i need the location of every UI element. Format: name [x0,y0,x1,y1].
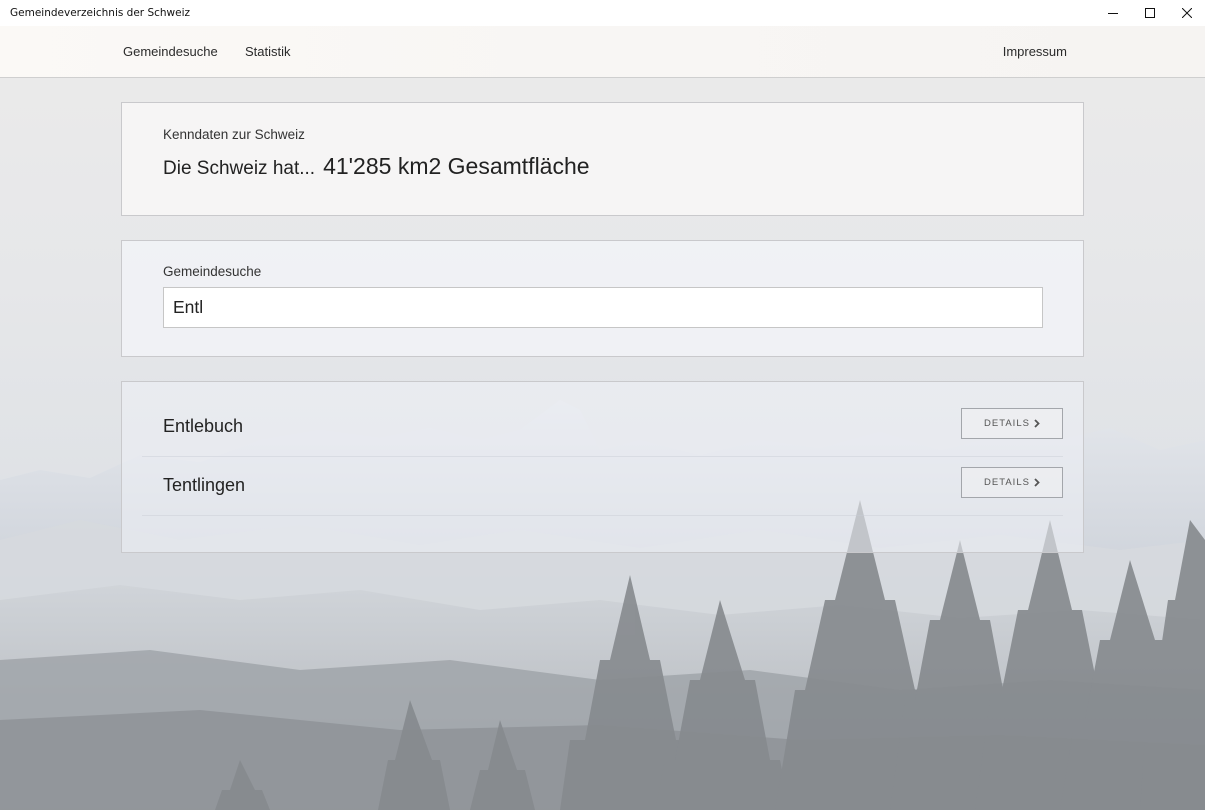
maximize-button[interactable] [1131,0,1168,26]
close-button[interactable] [1168,0,1205,26]
nav-impressum[interactable]: Impressum [1003,44,1067,59]
stats-caption: Kenndaten zur Schweiz [163,127,305,142]
nav-gemeindesuche[interactable]: Gemeindesuche [123,44,218,59]
maximize-icon [1144,8,1155,18]
chevron-right-icon [1034,478,1040,487]
result-row: Entlebuch DETAILS [142,398,1063,457]
details-button[interactable]: DETAILS [961,467,1063,498]
window-title: Gemeindeverzeichnis der Schweiz [10,7,191,19]
details-label: DETAILS [984,477,1030,488]
nav-statistik[interactable]: Statistik [245,44,291,59]
minimize-button[interactable] [1094,0,1131,26]
app-navbar: Gemeindesuche Statistik Impressum [0,26,1205,78]
result-name: Tentlingen [163,475,246,495]
close-icon [1181,8,1192,18]
stats-panel: Kenndaten zur Schweiz Die Schweiz hat...… [121,102,1084,216]
search-panel: Gemeindesuche [121,240,1084,357]
details-button[interactable]: DETAILS [961,408,1063,439]
stats-prefix: Die Schweiz hat... [163,158,316,179]
details-label: DETAILS [984,418,1030,429]
search-input[interactable] [163,287,1043,328]
chevron-right-icon [1034,419,1040,428]
result-name: Entlebuch [163,416,244,436]
search-label: Gemeindesuche [163,264,262,279]
window-titlebar: Gemeindeverzeichnis der Schweiz [0,0,1205,26]
minimize-icon [1107,13,1118,14]
results-panel: Entlebuch DETAILS Tentlingen DETAILS [121,381,1084,553]
result-row: Tentlingen DETAILS [142,457,1063,516]
stats-line: Die Schweiz hat... 41'285 km2 Gesamtfläch… [163,153,590,180]
window-controls [1094,0,1205,26]
stats-value: 41'285 km2 Gesamtfläche [323,153,590,179]
